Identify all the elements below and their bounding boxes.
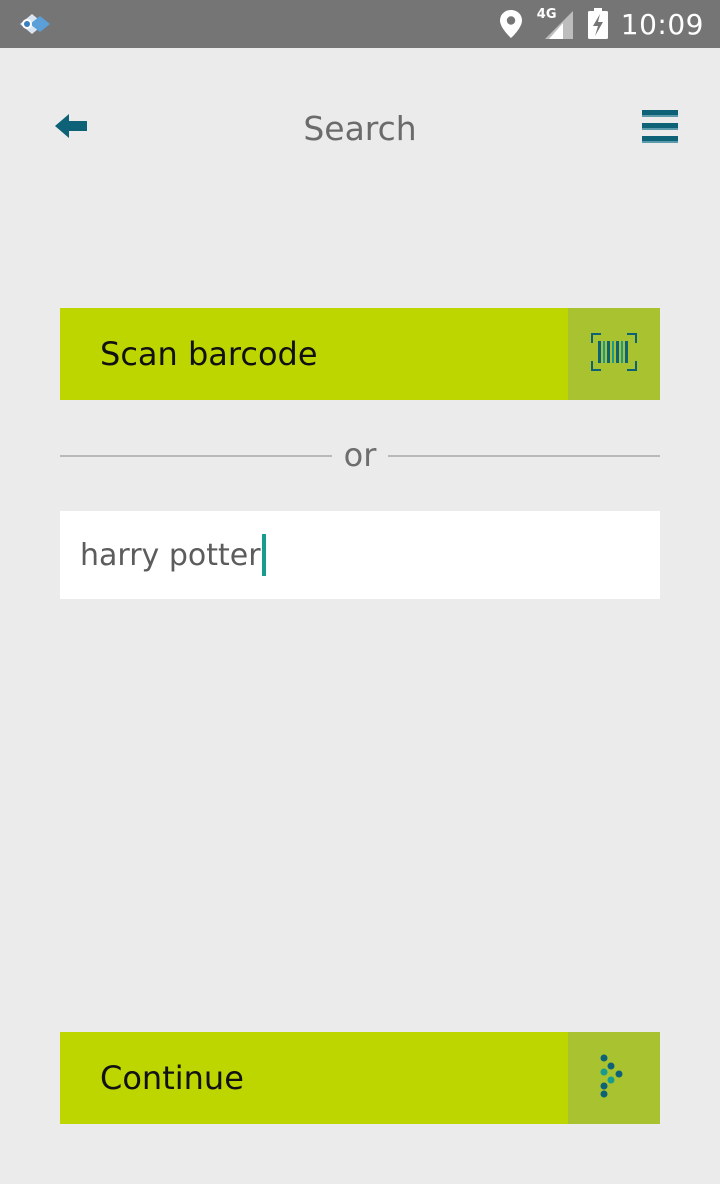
- battery-charging-icon: [587, 8, 609, 40]
- divider-line-right: [388, 455, 660, 457]
- scan-barcode-icon-box: [568, 308, 660, 400]
- dotted-arrow-right-icon: [599, 1054, 629, 1102]
- signal-icon: 4G: [536, 7, 573, 39]
- barcode-scan-icon: [591, 333, 637, 375]
- app-logo-icon: [16, 10, 54, 38]
- search-input[interactable]: harry potter: [60, 511, 660, 599]
- divider-text: or: [343, 436, 377, 474]
- app-header: Search: [0, 48, 720, 208]
- page-title: Search: [303, 109, 417, 148]
- status-time: 10:09: [620, 7, 704, 41]
- scan-barcode-label: Scan barcode: [100, 335, 318, 373]
- divider-line-left: [60, 455, 332, 457]
- hamburger-menu-icon: [642, 110, 678, 148]
- location-icon: [499, 9, 523, 39]
- continue-button[interactable]: Continue: [60, 1032, 660, 1124]
- text-cursor: [261, 534, 266, 576]
- scan-barcode-button[interactable]: Scan barcode: [60, 308, 660, 400]
- search-input-value: harry potter: [80, 537, 261, 573]
- or-divider: or: [60, 434, 660, 478]
- network-type-label: 4G: [536, 7, 557, 22]
- menu-button[interactable]: [634, 106, 686, 152]
- continue-label: Continue: [100, 1059, 244, 1097]
- continue-icon-box: [568, 1032, 660, 1124]
- status-bar: 4G 10:09: [0, 0, 720, 48]
- status-icons: 4G 10:09: [499, 0, 720, 48]
